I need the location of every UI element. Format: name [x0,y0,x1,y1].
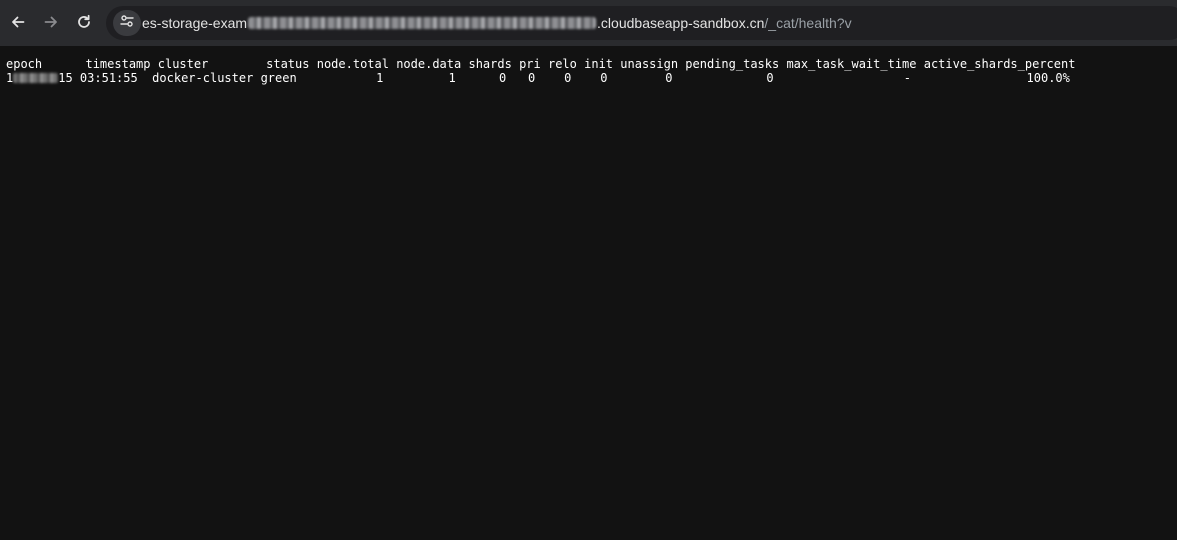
address-bar[interactable]: es-storage-exam .cloudbaseapp-sandbox.cn/… [106,6,1177,40]
health-output: epoch timestamp cluster status node.tota… [6,57,1075,85]
cell-node-total: 1 [376,71,384,85]
epoch-suffix: 15 [58,71,73,85]
cell-cluster: docker-cluster [152,71,254,85]
cell-shards: 0 [499,71,507,85]
cell-pri: 0 [527,71,536,85]
url-prefix: es-storage-exam [142,15,248,31]
site-info-button[interactable] [113,10,141,36]
cell-pending-tasks: 0 [766,71,774,85]
header-init: init [584,57,614,71]
cell-relo: 0 [564,71,572,85]
cell-max-task-wait-time: - [903,71,911,85]
cell-unassign: 0 [665,71,673,85]
header-unassign: unassign [620,57,679,71]
reload-button[interactable] [71,9,97,35]
arrow-right-icon [43,14,59,30]
tune-icon [119,14,135,33]
cell-timestamp: 03:51:55 [79,71,138,85]
header-pending-tasks: pending_tasks [685,57,780,71]
header-active-shards-percent: active_shards_percent [923,57,1076,71]
redacted-url-segment [248,17,597,29]
epoch-prefix: 1 [6,71,14,85]
header-epoch: epoch [6,57,43,71]
forward-button[interactable] [38,9,64,35]
browser-toolbar: es-storage-exam .cloudbaseapp-sandbox.cn/… [0,0,1177,46]
header-relo: relo [547,57,577,71]
header-node-total: node.total [316,57,389,71]
url-text[interactable]: es-storage-exam .cloudbaseapp-sandbox.cn/… [142,6,852,40]
header-timestamp: timestamp [85,57,151,71]
cell-init: 0 [600,71,608,85]
header-shards: shards [468,57,512,71]
header-node-data: node.data [396,57,462,71]
reload-icon [76,14,92,30]
page-content: epoch timestamp cluster status node.tota… [0,46,1177,540]
cell-status: green [260,71,297,85]
header-status: status [266,57,310,71]
url-domain: .cloudbaseapp-sandbox.cn [597,15,765,31]
arrow-left-icon [10,14,26,30]
header-cluster: cluster [157,57,209,71]
header-max-task-wait-time: max_task_wait_time [786,57,917,71]
redacted-epoch [13,73,59,83]
cell-node-data: 1 [448,71,456,85]
back-button[interactable] [5,9,31,35]
url-path: /_cat/health?v [764,15,852,31]
header-pri: pri [519,57,541,71]
cell-active-shards-percent: 100.0% [1026,71,1070,85]
